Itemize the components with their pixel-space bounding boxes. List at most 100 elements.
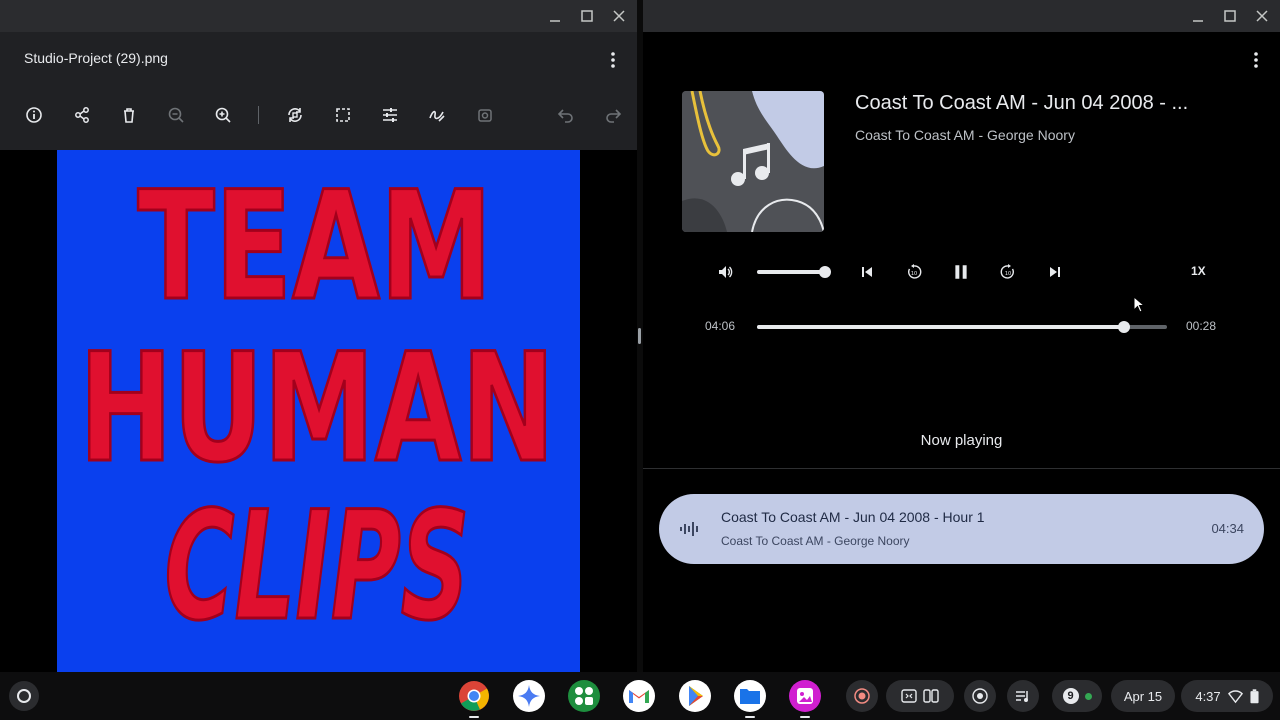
seek-bar[interactable]: [757, 321, 1167, 333]
launcher-button[interactable]: [9, 681, 39, 711]
info-button[interactable]: [21, 102, 47, 128]
chrome-icon: [459, 681, 489, 711]
files-app[interactable]: [733, 679, 767, 718]
player-more-options-button[interactable]: [1246, 50, 1266, 70]
play-store-icon: [679, 680, 711, 712]
play-store-app[interactable]: [678, 679, 712, 713]
divider-handle[interactable]: [638, 328, 641, 344]
remaining-time: 00:28: [1186, 319, 1217, 333]
music-note-artwork: [682, 91, 824, 232]
notifications-button[interactable]: 9: [1052, 680, 1102, 712]
gallery-window: Studio-Project (29).png TEAM HUMAN CLIPS: [0, 0, 637, 672]
seek-bar-progress: [757, 325, 1124, 329]
image-text-line2: HUMAN: [79, 322, 555, 496]
playlist-button[interactable]: [1007, 680, 1039, 712]
media-control-icon: [972, 688, 988, 704]
pause-icon: [955, 265, 967, 279]
adjust-button[interactable]: [377, 102, 403, 128]
image-text-line1: TEAM: [138, 160, 493, 334]
delete-button[interactable]: [116, 102, 142, 128]
kebab-icon: [1254, 52, 1258, 68]
volume-icon: [719, 266, 733, 278]
canvas-app[interactable]: [788, 679, 822, 718]
next-track-button[interactable]: [1045, 262, 1065, 282]
window-split-icon: [901, 689, 917, 703]
share-button[interactable]: [69, 102, 95, 128]
forward-10-button[interactable]: 10: [997, 261, 1019, 283]
clock: 4:37: [1195, 688, 1221, 704]
undo-button[interactable]: [553, 102, 579, 128]
forward-10-icon: 10: [1000, 264, 1014, 279]
running-indicator: [800, 716, 810, 718]
gmail-icon: [623, 680, 655, 712]
playlist-icon: [1016, 691, 1028, 702]
minimize-button[interactable]: [1186, 4, 1210, 28]
queue-item[interactable]: Coast To Coast AM - Jun 04 2008 - Hour 1…: [659, 494, 1264, 564]
system-tray[interactable]: 4:37: [1181, 680, 1273, 712]
delete-icon: [124, 108, 134, 123]
zoom-out-button[interactable]: [163, 102, 189, 128]
minimize-button[interactable]: [543, 4, 567, 28]
redo-button[interactable]: [600, 102, 626, 128]
annotate-button[interactable]: [424, 102, 450, 128]
gmail-app[interactable]: [622, 679, 656, 713]
player-titlebar: [643, 0, 1280, 32]
album-art: [682, 91, 824, 232]
zoom-in-icon: [215, 107, 231, 123]
file-name: Studio-Project (29).png: [24, 50, 168, 66]
maximize-button[interactable]: [575, 4, 599, 28]
zoom-in-button[interactable]: [210, 102, 236, 128]
playback-speed-button[interactable]: 1X: [1191, 264, 1206, 278]
more-options-button[interactable]: [603, 50, 623, 70]
skip-previous-icon: [862, 267, 872, 277]
crop-icon: [336, 108, 350, 122]
maximize-button[interactable]: [1218, 4, 1242, 28]
rotate-button[interactable]: [282, 102, 308, 128]
lighting-button[interactable]: [472, 102, 498, 128]
previous-track-button[interactable]: [857, 262, 877, 282]
close-button[interactable]: [607, 4, 631, 28]
status-dot: [1084, 692, 1092, 700]
seek-bar-thumb[interactable]: [1117, 321, 1130, 333]
rewind-10-button[interactable]: 10: [903, 261, 925, 283]
running-indicator: [745, 716, 755, 718]
gemini-app[interactable]: [512, 679, 546, 713]
google-sheets-app[interactable]: [567, 679, 601, 713]
chrome-app[interactable]: [457, 679, 491, 718]
date-button[interactable]: Apr 15: [1111, 680, 1175, 712]
shelf: 9 Apr 15 4:37: [0, 672, 1280, 720]
screen-split-icon: [923, 689, 939, 703]
queue-item-duration: 04:34: [1211, 521, 1244, 536]
image-text-line3: CLIPS: [165, 480, 470, 654]
adjust-icon: [383, 108, 397, 122]
track-artist: Coast To Coast AM - George Noory: [855, 127, 1075, 143]
crop-button[interactable]: [330, 102, 356, 128]
volume-button[interactable]: [715, 262, 735, 282]
media-controls-button[interactable]: [964, 680, 996, 712]
volume-slider-thumb[interactable]: [819, 266, 831, 278]
queue-item-artist: Coast To Coast AM - George Noory: [721, 534, 910, 548]
close-button[interactable]: [1250, 4, 1274, 28]
kebab-icon: [611, 52, 615, 68]
pause-button[interactable]: [949, 259, 973, 285]
queue-divider: [643, 468, 1280, 469]
undo-icon: [557, 109, 573, 123]
toolbar-separator: [258, 106, 259, 124]
rotate-icon: [288, 108, 302, 122]
svg-text:10: 10: [911, 271, 917, 277]
share-icon: [75, 107, 89, 123]
screen-capture-button[interactable]: [846, 680, 878, 712]
google-sheets-icon: [568, 680, 600, 712]
info-icon: [26, 107, 42, 123]
replay-10-icon: 10: [908, 264, 922, 279]
window-layout-button[interactable]: [886, 680, 954, 712]
record-icon: [854, 688, 870, 704]
track-title: Coast To Coast AM - Jun 04 2008 - ...: [855, 92, 1189, 114]
launcher-icon: [17, 689, 31, 703]
elapsed-time: 04:06: [705, 319, 736, 333]
volume-slider-track[interactable]: [757, 270, 825, 274]
gallery-toolbar: [14, 102, 629, 128]
notification-count: 9: [1062, 688, 1079, 704]
running-indicator: [469, 716, 479, 718]
queue-item-title: Coast To Coast AM - Jun 04 2008 - Hour 1: [721, 509, 985, 525]
